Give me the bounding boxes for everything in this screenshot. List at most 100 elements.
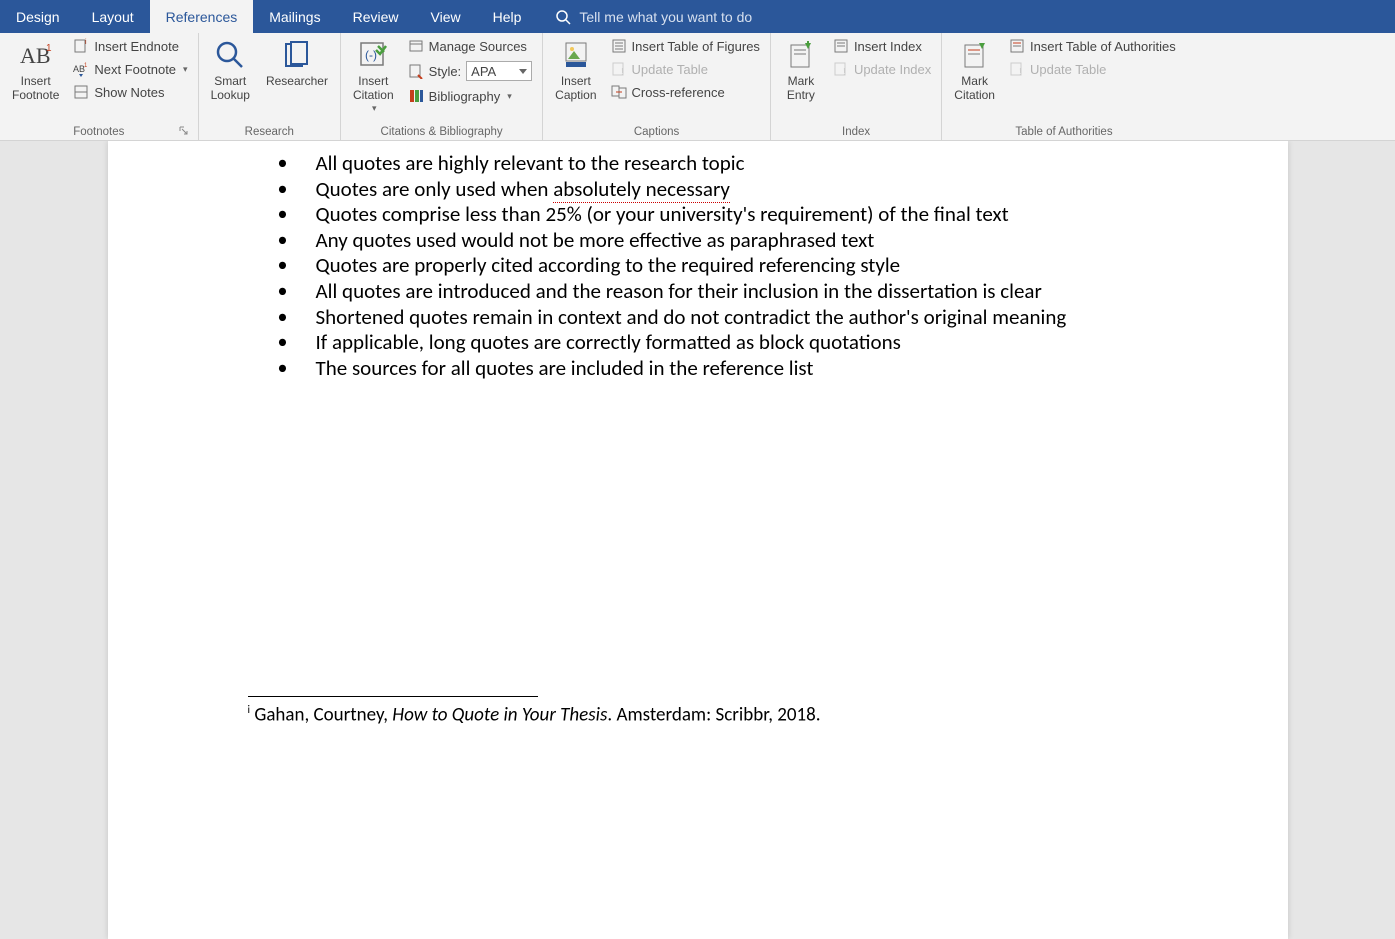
group-index: Mark Entry Insert Index ! Update Index I… [771,33,942,140]
list-item[interactable]: Shortened quotes remain in context and d… [278,305,1188,331]
smart-lookup-label: Smart Lookup [211,74,250,103]
insert-index-icon [833,38,849,54]
dropdown-arrow-icon: ▾ [372,103,377,114]
update-toa-icon: ! [1009,61,1025,77]
insert-toa-icon [1009,38,1025,54]
spellcheck-underline: absolutely necessary [553,176,730,203]
update-table-label: Update Table [632,62,708,77]
group-label-index: Index [777,124,935,140]
update-toa-button: ! Update Table [1005,59,1180,79]
list-item[interactable]: All quotes are highly relevant to the re… [278,151,1188,177]
bibliography-label: Bibliography [429,89,501,104]
tab-review[interactable]: Review [337,0,415,33]
style-dropdown[interactable]: APA [466,61,532,81]
list-item[interactable]: If applicable, long quotes are correctly… [278,330,1188,356]
group-toa: Mark Citation Insert Table of Authoritie… [942,33,1185,140]
mark-citation-label: Mark Citation [954,74,995,103]
ribbon-tabs: Design Layout References Mailings Review… [0,0,1395,33]
researcher-button[interactable]: Researcher [260,36,334,88]
list-item[interactable]: Quotes are only used when absolutely nec… [278,177,1188,203]
cross-reference-button[interactable]: Cross-reference [607,82,764,102]
endnote-icon: i [73,38,89,54]
tab-mailings[interactable]: Mailings [253,0,336,33]
group-captions: Insert Caption Insert Table of Figures !… [543,33,771,140]
footnote-text[interactable]: i Gahan, Courtney, How to Quote in Your … [248,703,1188,726]
list-item[interactable]: All quotes are introduced and the reason… [278,279,1188,305]
list-item[interactable]: The sources for all quotes are included … [278,356,1188,382]
group-label-footnotes: Footnotes [6,124,192,140]
mark-entry-icon [787,38,815,72]
insert-endnote-label: Insert Endnote [94,39,179,54]
svg-text:i: i [85,39,87,46]
group-label-toa: Table of Authorities [948,124,1179,140]
insert-index-button[interactable]: Insert Index [829,36,935,56]
show-notes-label: Show Notes [94,85,164,100]
update-index-button: ! Update Index [829,59,935,79]
researcher-label: Researcher [266,74,328,88]
next-footnote-label: Next Footnote [94,62,176,77]
show-notes-icon [73,84,89,100]
svg-text:(-): (-) [365,48,377,62]
tab-design[interactable]: Design [0,0,76,33]
bullet-list: All quotes are highly relevant to the re… [248,151,1188,381]
group-citations: (-) Insert Citation ▾ Manage Sources Sty… [341,33,543,140]
update-index-icon: ! [833,61,849,77]
insert-endnote-button[interactable]: i Insert Endnote [69,36,191,56]
insert-caption-button[interactable]: Insert Caption [549,36,602,103]
tof-icon [611,38,627,54]
manage-sources-button[interactable]: Manage Sources [404,36,537,56]
insert-toa-button[interactable]: Insert Table of Authorities [1005,36,1180,56]
dropdown-arrow-icon: ▾ [507,91,512,102]
cross-ref-icon [611,84,627,100]
update-table-icon: ! [611,61,627,77]
update-table-button: ! Update Table [607,59,764,79]
svg-text:!: ! [1019,67,1022,77]
bibliography-button[interactable]: Bibliography ▾ [404,86,537,106]
tab-references[interactable]: References [150,0,254,33]
cross-reference-label: Cross-reference [632,85,725,100]
list-item[interactable]: Quotes comprise less than 25% (or your u… [278,202,1188,228]
show-notes-button[interactable]: Show Notes [69,82,191,102]
caption-icon [562,38,590,72]
update-toa-label: Update Table [1030,62,1106,77]
search-icon [555,9,571,25]
insert-table-figures-button[interactable]: Insert Table of Figures [607,36,764,56]
group-research: Smart Lookup Researcher Research [199,33,341,140]
group-label-citations: Citations & Bibliography [347,124,536,140]
mark-citation-icon [961,38,989,72]
tab-view[interactable]: View [415,0,477,33]
tab-help[interactable]: Help [477,0,538,33]
tab-layout[interactable]: Layout [76,0,150,33]
insert-citation-label: Insert Citation [353,74,394,103]
document-viewport[interactable]: All quotes are highly relevant to the re… [0,141,1395,939]
citation-style-control[interactable]: Style: APA [404,59,537,83]
group-footnotes: AB1 Insert Footnote i Insert Endnote AB1… [0,33,199,140]
manage-sources-label: Manage Sources [429,39,527,54]
insert-footnote-button[interactable]: AB1 Insert Footnote [6,36,65,103]
svg-text:!: ! [843,67,846,77]
researcher-icon [282,38,312,72]
manage-sources-icon [408,38,424,54]
tell-me-search[interactable] [537,0,879,33]
mark-entry-button[interactable]: Mark Entry [777,36,825,103]
style-label: Style: [429,64,462,79]
footnote-icon: AB1 [20,38,52,72]
svg-text:!: ! [621,67,624,77]
mark-citation-button[interactable]: Mark Citation [948,36,1001,103]
svg-text:1: 1 [46,43,52,54]
footnote-separator [248,696,538,697]
list-item[interactable]: Any quotes used would not be more effect… [278,228,1188,254]
insert-toa-label: Insert Table of Authorities [1030,39,1176,54]
insert-index-label: Insert Index [854,39,922,54]
list-item[interactable]: Quotes are properly cited according to t… [278,253,1188,279]
update-index-label: Update Index [854,62,931,77]
insert-tof-label: Insert Table of Figures [632,39,760,54]
document-page[interactable]: All quotes are highly relevant to the re… [108,141,1288,939]
ribbon: AB1 Insert Footnote i Insert Endnote AB1… [0,33,1395,141]
tell-me-input[interactable] [579,9,879,25]
smart-lookup-button[interactable]: Smart Lookup [205,36,256,103]
svg-text:1: 1 [84,63,88,69]
next-footnote-button[interactable]: AB1 Next Footnote ▾ [69,59,191,79]
insert-citation-button[interactable]: (-) Insert Citation ▾ [347,36,400,114]
dialog-launcher-icon[interactable] [178,125,190,137]
